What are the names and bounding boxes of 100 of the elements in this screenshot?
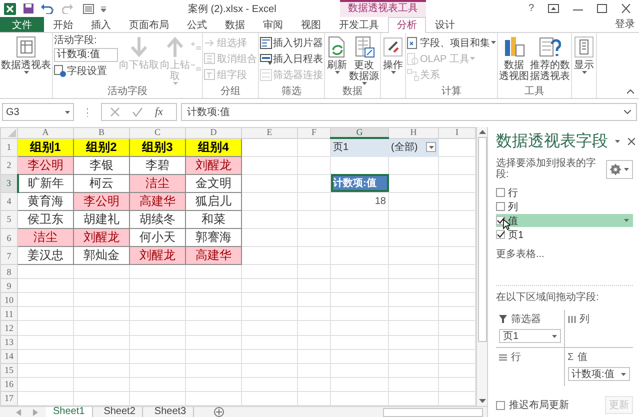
column-header[interactable]: A xyxy=(18,128,74,138)
button-label: 取消组合 xyxy=(217,52,257,66)
column-header[interactable]: E xyxy=(242,128,298,138)
file-tab[interactable]: 文件 xyxy=(0,17,44,32)
row-header[interactable]: 5 xyxy=(0,210,18,229)
tools-button[interactable] xyxy=(606,160,633,178)
row-header[interactable]: 16 xyxy=(0,377,18,392)
ribbon-button[interactable]: 插入日程表 xyxy=(260,51,323,66)
ribbon-button[interactable]: 插入切片器 xyxy=(260,35,323,50)
field-list-item[interactable]: 行 xyxy=(496,186,633,199)
row-header[interactable]: 17 xyxy=(0,391,18,406)
insert-function-button[interactable]: fx xyxy=(155,106,163,118)
ribbon-display-icon[interactable] xyxy=(548,4,559,13)
row-header[interactable]: 1 xyxy=(0,138,18,156)
scroll-up-icon[interactable] xyxy=(478,130,486,134)
ribbon-tab[interactable]: 公式 xyxy=(178,17,216,32)
help-table-icon xyxy=(539,36,561,58)
sheet-tab[interactable]: Sheet3 xyxy=(147,407,194,417)
expand-formula-icon[interactable] xyxy=(624,110,631,114)
ribbon-button[interactable]: 数据 透视图 xyxy=(499,35,529,83)
column-header[interactable]: F xyxy=(298,128,330,138)
ribbon-button[interactable]: 字段设置 xyxy=(54,63,118,78)
area-field-dropdown[interactable]: 页1 xyxy=(499,329,560,343)
checkbox[interactable] xyxy=(496,202,505,211)
filter-dropdown-button[interactable] xyxy=(426,142,436,152)
scroll-down-icon[interactable] xyxy=(478,399,486,403)
checkbox[interactable] xyxy=(496,230,505,239)
maximize-icon[interactable] xyxy=(597,4,607,13)
table-cell: 李银 xyxy=(74,156,130,174)
column-header[interactable]: G xyxy=(330,128,388,138)
ribbon-button[interactable]: 操作 xyxy=(382,35,404,75)
column-header[interactable]: H xyxy=(388,128,438,138)
row-header[interactable]: 7 xyxy=(0,246,18,265)
ribbon-button[interactable]: 显示 xyxy=(573,35,595,75)
row-header[interactable]: 12 xyxy=(0,320,18,336)
column-header[interactable]: B xyxy=(74,128,130,138)
customize-icon[interactable] xyxy=(101,6,106,12)
row-header[interactable]: 11 xyxy=(0,306,18,321)
row-header[interactable]: 3 xyxy=(0,174,18,192)
ribbon-tab[interactable]: 数据 xyxy=(216,17,254,32)
ribbon-tab[interactable]: 开始 xyxy=(44,17,82,32)
active-field-input[interactable]: 计数项:值 xyxy=(54,48,118,62)
save-icon[interactable] xyxy=(23,3,34,14)
ribbon-button[interactable]: 字段、项目和集 xyxy=(407,35,496,50)
column-header[interactable]: C xyxy=(130,128,186,138)
row-header[interactable]: 14 xyxy=(0,349,18,364)
sign-in-link[interactable]: 登录 xyxy=(615,17,639,32)
row-header[interactable]: 15 xyxy=(0,363,18,378)
row-header[interactable]: 9 xyxy=(0,278,18,293)
close-icon[interactable] xyxy=(621,4,631,13)
field-list-item[interactable]: 列 xyxy=(496,200,633,213)
pivot-value-header[interactable]: 计数项:值 xyxy=(330,174,388,192)
checkbox[interactable] xyxy=(496,400,505,410)
row-header[interactable]: 13 xyxy=(0,335,18,350)
button-label: 组字段 xyxy=(217,68,247,82)
area-label: 列 xyxy=(580,313,590,326)
pane-options-icon[interactable] xyxy=(615,140,621,144)
scroll-thumb[interactable] xyxy=(478,137,486,342)
undo-icon[interactable] xyxy=(41,4,55,14)
field-name: 页1 xyxy=(503,330,519,343)
ribbon-button[interactable]: 数据透视表 xyxy=(1,35,51,75)
field-list-item[interactable]: 值 xyxy=(496,214,633,227)
right-arrow-icon xyxy=(204,36,216,48)
relationships-icon xyxy=(407,68,419,80)
column-header[interactable]: D xyxy=(186,128,242,138)
ribbon-button[interactable]: 刷新 xyxy=(326,35,348,75)
formula-input[interactable]: 计数项:值 xyxy=(181,103,637,121)
cancel-icon[interactable] xyxy=(110,107,120,117)
enter-icon[interactable] xyxy=(132,107,143,117)
ribbon-tab[interactable]: 页面布局 xyxy=(120,17,178,32)
ribbon-tab[interactable]: 视图 xyxy=(292,17,330,32)
table-cell: 组别4 xyxy=(186,138,242,156)
ribbon-tab[interactable]: 设计 xyxy=(426,17,464,32)
ribbon-tab[interactable]: 开发工具 xyxy=(330,17,388,32)
ribbon-tab[interactable]: 分析 xyxy=(388,17,426,33)
row-header[interactable]: 8 xyxy=(0,264,18,279)
field-list-item[interactable]: 页1 xyxy=(496,228,633,241)
row-header[interactable]: 4 xyxy=(0,192,18,210)
area-field-dropdown[interactable]: 计数项:值 xyxy=(568,367,630,381)
ribbon-button[interactable]: 更改 数据源 xyxy=(349,35,379,86)
table-cell: 李公明 xyxy=(74,192,130,210)
name-box[interactable]: G3 xyxy=(2,103,74,121)
group-label: 活动字段 xyxy=(106,86,148,98)
checkbox[interactable] xyxy=(496,188,505,197)
collapse-ribbon-icon[interactable] xyxy=(627,89,634,94)
horizontal-scrollbar[interactable] xyxy=(383,408,483,417)
sheet-tab[interactable]: Sheet2 xyxy=(96,407,144,417)
more-tables-link[interactable]: 更多表格... xyxy=(496,247,633,261)
vertical-scrollbar[interactable] xyxy=(476,127,487,406)
row-header[interactable]: 2 xyxy=(0,156,18,174)
row-header[interactable]: 6 xyxy=(0,228,18,247)
new-sheet-icon[interactable] xyxy=(214,407,224,417)
sheet-tab[interactable]: Sheet1 xyxy=(46,407,93,417)
ribbon-button[interactable]: 推荐的数 据透视表 xyxy=(530,35,570,83)
help-button[interactable]: ? xyxy=(528,3,534,14)
ribbon-tab[interactable]: 审阅 xyxy=(254,17,292,32)
ribbon-tab[interactable]: 插入 xyxy=(82,17,120,32)
row-header[interactable]: 10 xyxy=(0,292,18,307)
column-header[interactable]: I xyxy=(438,128,476,138)
close-icon[interactable] xyxy=(628,138,635,145)
